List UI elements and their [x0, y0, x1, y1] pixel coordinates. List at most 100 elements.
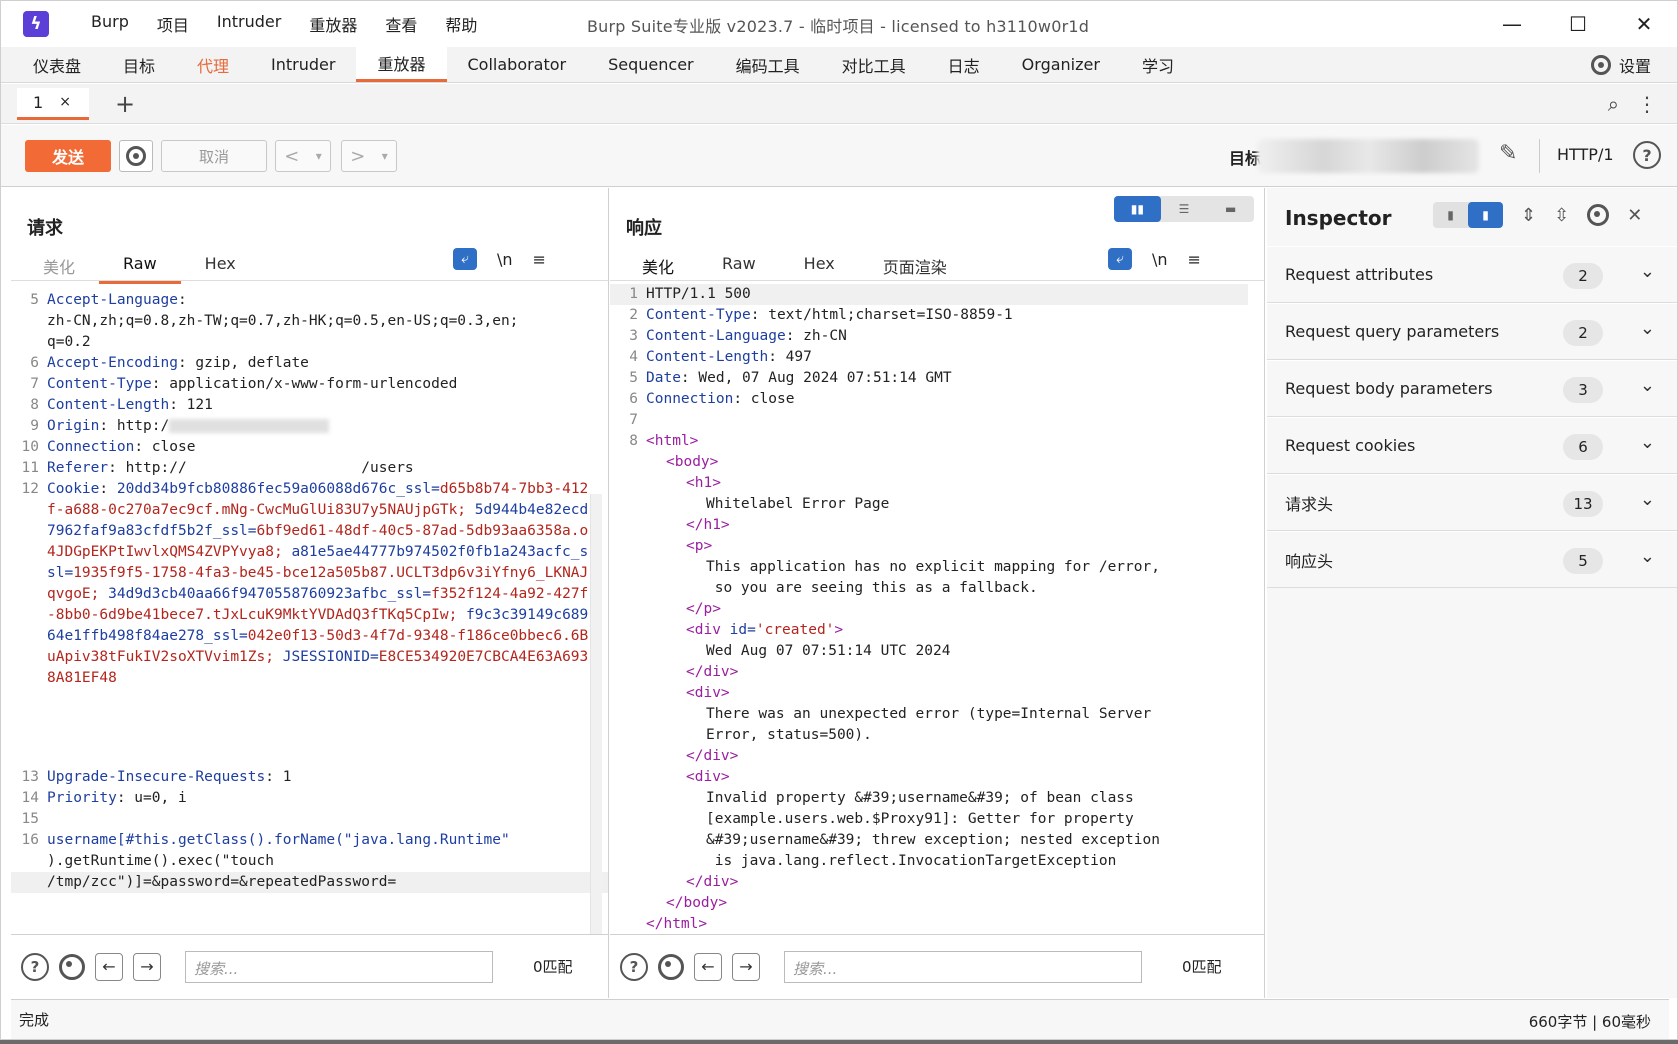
send-button[interactable]: 发送 [25, 140, 111, 172]
response-search-input[interactable]: 搜索... [784, 950, 1142, 983]
tab-proxy[interactable]: 代理 [176, 47, 250, 82]
menu-help[interactable]: 帮助 [431, 12, 491, 36]
collapse-all-icon[interactable]: ⇳ [1554, 205, 1569, 226]
newline-toggle-icon[interactable]: \n [497, 250, 513, 269]
code-line: so you are seeing this as a fallback. [706, 580, 1038, 596]
code-line: 9 Origin: http:/ [11, 416, 608, 437]
search-prev-button[interactable]: ← [694, 952, 722, 981]
request-title: 请求 [27, 218, 63, 239]
code-line: 8 Content-Length: 121 [30, 397, 213, 413]
code-line: is java.lang.reflect.InvocationTargetExc… [706, 853, 1117, 869]
inspector-sections: Request attributes 2 ⌄ Request query param… [1267, 246, 1677, 588]
protocol-selector[interactable]: HTTP/1 [1557, 145, 1614, 164]
code-line: <div> [686, 685, 730, 701]
chevron-down-icon: ⌄ [1639, 546, 1655, 567]
inspector-section-body-parameters[interactable]: Request body parameters 3 ⌄ [1267, 360, 1677, 417]
newline-toggle-icon[interactable]: \n [1152, 250, 1168, 269]
tab-raw[interactable]: Raw [99, 250, 181, 284]
main-tab-bar: 仪表盘 目标 代理 Intruder 重放器 Collaborator Sequ… [1, 47, 1677, 83]
target-host-redacted[interactable] [1257, 139, 1479, 173]
inspector-section-cookies[interactable]: Request cookies 6 ⌄ [1267, 417, 1677, 474]
history-back-button[interactable]: < ▾ [275, 140, 331, 172]
tab-logger[interactable]: 日志 [927, 47, 1001, 82]
tab-pretty[interactable]: 美化 [19, 250, 99, 284]
request-editor[interactable]: 5 Accept-Language: zh-CN,zh;q=0.8,zh-TW;q… [11, 282, 608, 932]
menu-icon[interactable]: ≡ [1188, 250, 1201, 269]
code-line: </body> [666, 895, 728, 911]
window-controls: — ☐ ✕ [1479, 1, 1677, 47]
tab-sequencer[interactable]: Sequencer [587, 47, 715, 82]
minimize-button[interactable]: — [1479, 1, 1545, 47]
tab-target[interactable]: 目标 [102, 47, 176, 82]
menu-intruder[interactable]: Intruder [203, 12, 295, 36]
tab-intruder[interactable]: Intruder [250, 47, 356, 82]
tab-repeater[interactable]: 重放器 [356, 47, 447, 82]
inspector-layout-left-icon[interactable]: ▮ [1433, 202, 1468, 228]
tab-comparer[interactable]: 对比工具 [821, 47, 927, 82]
request-scrollbar[interactable] [590, 494, 602, 934]
title-bar: ϟ Burp 项目 Intruder 重放器 查看 帮助 Burp Suite专… [1, 1, 1677, 47]
repeater-tab-1[interactable]: 1 × [17, 87, 89, 120]
code-line: 11 Referer: http:// /users [21, 460, 414, 476]
response-editor[interactable]: 1 HTTP/1.1 500 2 Content-Type: text/html;c… [610, 282, 1264, 932]
maximize-button[interactable]: ☐ [1545, 1, 1611, 47]
layout-stacked-icon[interactable]: ☰ [1161, 196, 1208, 222]
code-line: </div> [686, 748, 739, 764]
layout-switcher: ▮▮ ☰ ▬ [1114, 196, 1254, 222]
menu-burp[interactable]: Burp [77, 12, 143, 36]
code-line: 6 Connection: close [629, 391, 795, 407]
tab-collaborator[interactable]: Collaborator [447, 47, 588, 82]
dropdown-icon[interactable]: ▾ [382, 149, 388, 163]
menu-project[interactable]: 项目 [143, 12, 203, 36]
code-line: <h1> [686, 475, 721, 491]
close-tab-icon[interactable]: × [59, 94, 71, 110]
tab-dashboard[interactable]: 仪表盘 [1, 47, 102, 82]
tab-learn[interactable]: 学习 [1121, 47, 1195, 82]
code-line: </div> [686, 664, 739, 680]
edit-target-pencil-icon[interactable]: ✎ [1499, 141, 1517, 166]
word-wrap-icon[interactable]: ⤶ [453, 248, 477, 270]
tab-organizer[interactable]: Organizer [1001, 47, 1121, 82]
close-window-button[interactable]: ✕ [1611, 1, 1677, 47]
code-line: 5 Date: Wed, 07 Aug 2024 07:51:14 GMT [629, 370, 952, 386]
gear-icon[interactable] [1587, 204, 1610, 226]
inspector-section-request-headers[interactable]: 请求头 13 ⌄ [1267, 474, 1677, 531]
request-panel: 请求 美化 Raw Hex ⤶ \n ≡ 5 Accept-Language: z… [11, 188, 609, 998]
menu-icon[interactable]: ≡ [533, 250, 546, 269]
inspector-section-request-attributes[interactable]: Request attributes 2 ⌄ [1267, 246, 1677, 303]
tab-hex[interactable]: Hex [181, 250, 260, 284]
search-next-button[interactable]: → [732, 952, 760, 981]
search-icon[interactable]: ⌕ [1608, 92, 1619, 116]
settings-button[interactable]: 设置 [1590, 47, 1651, 83]
code-line: Whitelabel Error Page [706, 496, 890, 512]
dropdown-icon[interactable]: ▾ [316, 149, 322, 163]
gear-icon[interactable] [658, 953, 684, 980]
add-tab-button[interactable]: + [115, 90, 135, 118]
help-icon[interactable]: ? [1633, 141, 1661, 169]
code-line: 14 Priority: u=0, i [21, 790, 187, 806]
expand-all-icon[interactable]: ⇕ [1521, 205, 1536, 226]
cancel-button[interactable]: 取消 [161, 140, 267, 172]
help-icon[interactable]: ? [620, 952, 648, 981]
help-icon[interactable]: ? [21, 952, 49, 981]
menu-repeater[interactable]: 重放器 [295, 12, 371, 36]
history-forward-button[interactable]: > ▾ [341, 140, 397, 172]
inspector-section-response-headers[interactable]: 响应头 5 ⌄ [1267, 531, 1677, 588]
status-text: 完成 [19, 1011, 50, 1029]
layout-side-by-side-icon[interactable]: ▮▮ [1114, 196, 1161, 222]
inspector-section-query-parameters[interactable]: Request query parameters 2 ⌄ [1267, 303, 1677, 360]
word-wrap-icon[interactable]: ⤶ [1108, 248, 1132, 270]
more-vertical-icon[interactable]: ⋮ [1637, 92, 1657, 116]
inspector-layout-right-icon[interactable]: ▮ [1468, 202, 1503, 228]
menu-view[interactable]: 查看 [371, 12, 431, 36]
code-line: 7 [629, 412, 638, 428]
code-line: ).getRuntime().exec("touch [47, 853, 274, 869]
send-options-button[interactable] [119, 140, 153, 172]
layout-tabs-icon[interactable]: ▬ [1207, 196, 1254, 222]
search-prev-button[interactable]: ← [95, 952, 123, 981]
close-inspector-icon[interactable]: ✕ [1627, 205, 1642, 226]
request-search-input[interactable]: 搜索... [185, 950, 493, 983]
search-next-button[interactable]: → [133, 952, 161, 981]
tab-decoder[interactable]: 编码工具 [715, 47, 821, 82]
gear-icon[interactable] [59, 953, 85, 980]
